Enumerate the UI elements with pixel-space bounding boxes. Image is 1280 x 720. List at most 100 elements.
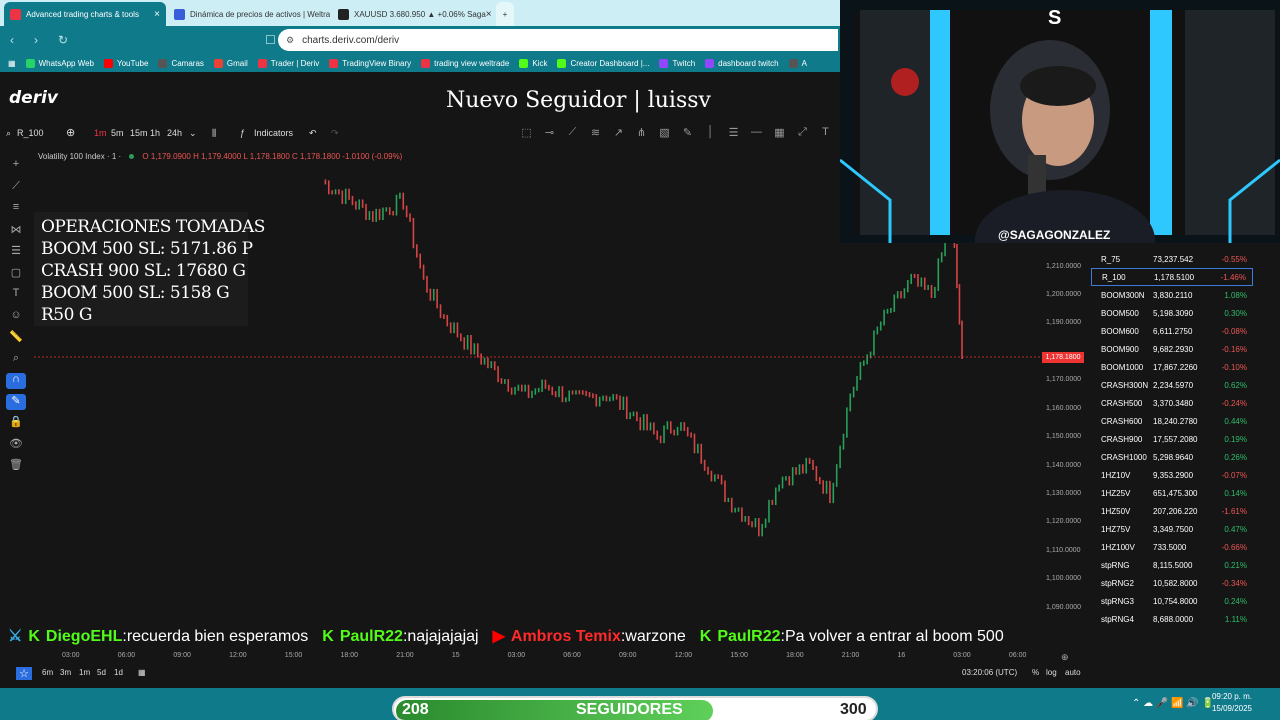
date-range-icon[interactable]: ▦ <box>138 668 146 677</box>
watchlist-row[interactable]: CRASH1000 5,298.9640 0.26% <box>1091 448 1253 466</box>
log-toggle[interactable]: log <box>1046 668 1057 677</box>
trash-icon[interactable]: 🗑 <box>6 458 26 480</box>
pitchfork-icon[interactable]: ⋔ <box>630 126 653 139</box>
watchlist-row[interactable]: BOOM300N 3,830.2110 1.08% <box>1091 286 1253 304</box>
bookmark-item[interactable]: TradingView Binary <box>329 58 411 68</box>
watchlist-row[interactable]: BOOM1000 17,867.2260 -0.10% <box>1091 358 1253 376</box>
watchlist-row[interactable]: BOOM600 6,611.2750 -0.08% <box>1091 322 1253 340</box>
close-tab-icon[interactable]: × <box>154 9 160 20</box>
reload-icon[interactable]: ↻ <box>58 33 72 47</box>
redo-icon[interactable]: ↷ <box>331 128 339 139</box>
lines-icon[interactable]: ≡ <box>6 201 26 223</box>
new-tab-button[interactable]: + <box>496 2 514 26</box>
bookmark-item[interactable]: Trader | Deriv <box>257 58 319 68</box>
chevron-down-icon[interactable]: ⌄ <box>189 128 197 139</box>
period-1m[interactable]: 1m <box>79 668 90 677</box>
watchlist-row[interactable]: 1HZ50V 207,206.220 -1.61% <box>1091 502 1253 520</box>
lock-icon[interactable]: 🔒 <box>6 415 26 437</box>
ruler-icon[interactable]: 📏 <box>6 330 26 352</box>
ray-icon[interactable]: ↗ <box>607 126 630 139</box>
compare-add-icon[interactable]: ⊕ <box>66 126 75 139</box>
brush-icon[interactable]: ✎ <box>676 126 699 139</box>
close-tab-icon[interactable]: × <box>486 9 492 20</box>
forward-icon[interactable]: › <box>34 33 48 47</box>
watchlist-row[interactable]: CRASH500 3,370.3480 -0.24% <box>1091 394 1253 412</box>
text-tool-icon[interactable]: T <box>814 126 837 139</box>
bookmark-item[interactable]: Camaras <box>158 58 204 68</box>
tray-icons[interactable]: ⌃ ☁ 🎤 📶 🔊 🔋 <box>1132 698 1214 709</box>
url-field[interactable]: ⚙ charts.deriv.com/deriv <box>278 29 838 51</box>
emoji-icon[interactable]: ☺ <box>6 309 26 331</box>
undo-icon[interactable]: ↶ <box>309 128 317 139</box>
timeframe-24h[interactable]: 24h <box>167 128 182 138</box>
text-icon[interactable]: T <box>6 287 26 309</box>
eye-icon[interactable]: 👁 <box>6 437 26 459</box>
bookmark-item[interactable]: A <box>788 58 807 68</box>
watchlist-row[interactable]: stpRNG3 10,754.8000 0.24% <box>1091 592 1253 610</box>
star-icon[interactable]: ☆ <box>16 667 32 680</box>
apps-icon[interactable]: ▦ <box>8 59 16 68</box>
browser-tab[interactable]: Dinámica de precios de activos | Weltrad… <box>168 2 330 26</box>
bookmark-item[interactable]: WhatsApp Web <box>25 58 94 68</box>
back-icon[interactable]: ‹ <box>10 33 24 47</box>
watchlist-row[interactable]: R_75 73,237.542 -0.55% <box>1091 250 1253 268</box>
timeframe-1h[interactable]: 1h <box>150 128 160 138</box>
percent-toggle[interactable]: % <box>1032 668 1039 677</box>
watchlist-row[interactable]: stpRNG 8,115.5000 0.21% <box>1091 556 1253 574</box>
watchlist-row[interactable]: CRASH300N 2,234.5970 0.62% <box>1091 376 1253 394</box>
watchlist-row[interactable]: BOOM500 5,198.3090 0.30% <box>1091 304 1253 322</box>
selection-tool-icon[interactable]: ⬚ <box>515 126 538 139</box>
crosshair-icon[interactable]: + <box>6 158 26 180</box>
watchlist-row[interactable]: CRASH600 18,240.2780 0.44% <box>1091 412 1253 430</box>
reset-scale-icon[interactable]: ⊕ <box>1061 652 1069 663</box>
pencil-lock-icon[interactable]: ✎ <box>6 394 26 410</box>
period-3m[interactable]: 3m <box>60 668 71 677</box>
zoom-icon[interactable]: ⌕ <box>6 352 26 374</box>
browser-tab[interactable]: XAUUSD 3.680.950 ▲ +0.06% Saga × <box>332 2 494 26</box>
watchlist-row[interactable]: 1HZ25V 651,475.300 0.14% <box>1091 484 1253 502</box>
indicators-button[interactable]: Indicators <box>254 128 293 138</box>
channel-icon[interactable]: ≋ <box>584 126 607 139</box>
auto-toggle[interactable]: auto <box>1065 668 1081 677</box>
watchlist-row[interactable]: 1HZ10V 9,353.2900 -0.07% <box>1091 466 1253 484</box>
bookmark-item[interactable]: Kick <box>519 58 547 68</box>
bookmark-item[interactable]: YouTube <box>104 58 148 68</box>
chart-type-icon[interactable]: ⫼ <box>212 128 216 139</box>
watchlist-row[interactable]: R_100 1,178.5100 -1.46% <box>1091 268 1253 286</box>
timeframe-15m[interactable]: 15m <box>130 128 148 138</box>
period-6m[interactable]: 6m <box>42 668 53 677</box>
watchlist-row[interactable]: CRASH900 17,557.2080 0.19% <box>1091 430 1253 448</box>
bookmark-item[interactable]: Gmail <box>213 58 248 68</box>
watchlist-row[interactable]: stpRNG2 10,582.8000 -0.34% <box>1091 574 1253 592</box>
bookmark-item[interactable]: Twitch <box>659 58 695 68</box>
rect-icon[interactable]: ▢ <box>6 266 26 288</box>
timeframe-5m[interactable]: 5m <box>111 128 124 138</box>
vertical-line-icon[interactable]: │ <box>699 126 722 139</box>
timeframe-1m[interactable]: 1m <box>94 128 107 138</box>
grid-icon[interactable]: ▦ <box>768 126 791 139</box>
line-icon[interactable]: — <box>745 126 768 139</box>
watchlist-row[interactable]: 1HZ75V 3,349.7500 0.47% <box>1091 520 1253 538</box>
line-tool-icon[interactable]: ⟋ <box>6 180 26 202</box>
bookmark-item[interactable]: trading view weltrade <box>421 58 509 68</box>
browser-tab[interactable]: Advanced trading charts & tools × <box>4 2 166 26</box>
site-info-icon[interactable]: ⚙ <box>286 35 294 46</box>
period-1d[interactable]: 1d <box>114 668 123 677</box>
arrow-icon[interactable]: ⤢ <box>791 126 814 139</box>
trend-line-icon[interactable]: ⟋ <box>561 126 584 139</box>
search-icon[interactable]: ⌕ <box>6 128 11 139</box>
pattern-icon[interactable]: ⋈ <box>6 223 26 245</box>
indicators-icon[interactable]: ƒ <box>240 128 245 138</box>
horizontal-line-icon[interactable]: ⊸ <box>538 126 561 139</box>
magnet-icon[interactable]: ∩ <box>6 373 26 389</box>
watchlist-row[interactable]: BOOM900 9,682.2930 -0.16% <box>1091 340 1253 358</box>
watchlist-row[interactable]: 1HZ100V 733.5000 -0.66% <box>1091 538 1253 556</box>
gann-icon[interactable]: ▧ <box>653 126 676 139</box>
fib-tool-icon[interactable]: ☰ <box>6 244 26 266</box>
period-5d[interactable]: 5d <box>97 668 106 677</box>
bookmark-item[interactable]: dashboard twitch <box>705 58 779 68</box>
symbol-selector[interactable]: R_100 <box>17 128 44 138</box>
bookmark-icon[interactable]: ☐ <box>265 33 279 47</box>
bookmark-item[interactable]: Creator Dashboard |... <box>557 58 649 68</box>
fib-icon[interactable]: ☰ <box>722 126 745 139</box>
